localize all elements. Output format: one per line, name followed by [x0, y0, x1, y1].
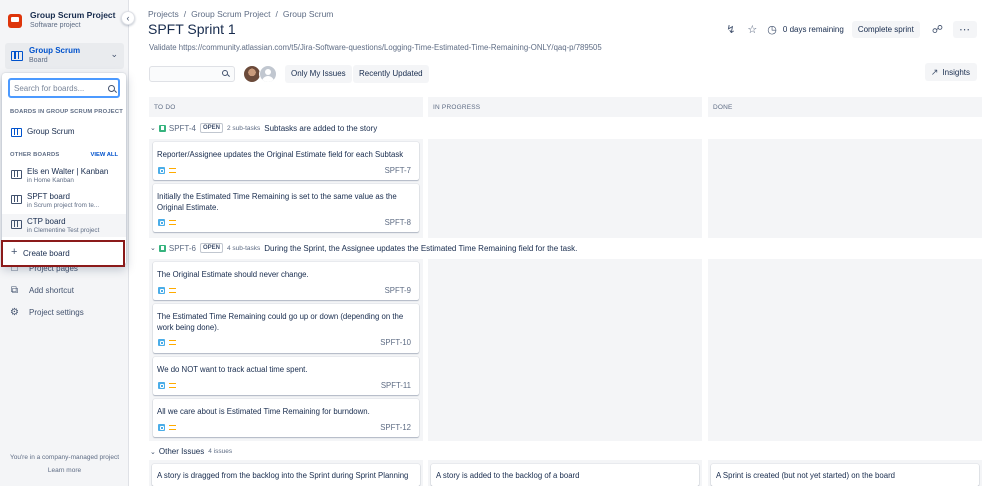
page-title: SPFT Sprint 1 — [148, 21, 236, 37]
lane-in-progress — [428, 259, 702, 441]
board-search-input[interactable] — [8, 78, 120, 98]
board-dropdown: BOARDS IN GROUP SCRUM PROJECT Group Scru… — [2, 73, 126, 265]
column-header-done: DONE — [708, 97, 982, 117]
status-badge: OPEN — [200, 123, 224, 133]
subtask-icon — [158, 424, 165, 431]
board-icon — [11, 51, 23, 61]
section-other-boards: OTHER BOARDS — [10, 152, 60, 158]
priority-medium-icon — [169, 425, 176, 430]
issue-card[interactable]: A story is dragged from the backlog into… — [152, 464, 420, 486]
project-logo-icon — [8, 14, 22, 28]
issue-card[interactable]: A story is added to the backlog of a boa… — [431, 464, 699, 486]
dropdown-board-els-en-walter[interactable]: Els en Walter | Kanban in Home Kanban — [2, 164, 126, 187]
column-header-in-progress: IN PROGRESS — [428, 97, 702, 117]
view-all-link[interactable]: VIEW ALL — [91, 152, 118, 158]
sidebar-link-project-settings[interactable]: ⚙ Project settings — [9, 307, 84, 318]
board-selector[interactable]: Group Scrum Board ⌄ — [5, 43, 124, 69]
add-shortcut-icon: ⧉ — [10, 285, 19, 296]
header-actions: ↯ ☆ ◷ 0 days remaining Complete sprint ☍… — [714, 21, 977, 38]
breadcrumb-project[interactable]: Group Scrum Project — [191, 9, 270, 19]
project-type: Software project — [30, 22, 81, 29]
insights-button[interactable]: ↗ Insights — [924, 63, 977, 81]
breadcrumb-board[interactable]: Group Scrum — [283, 9, 334, 19]
breadcrumb: Projects / Group Scrum Project / Group Scrum — [148, 9, 334, 19]
only-my-issues-filter[interactable]: Only My Issues — [285, 65, 352, 83]
project-name: Group Scrum Project — [30, 10, 116, 20]
chevron-down-icon: ⌄ — [150, 448, 156, 456]
lane-done — [708, 139, 982, 238]
subtask-icon — [158, 219, 165, 226]
collapse-sidebar-button[interactable]: ‹ — [121, 11, 135, 25]
plus-icon: + — [11, 246, 18, 258]
issue-card[interactable]: The Original Estimate should never chang… — [153, 262, 419, 300]
section-project-boards: BOARDS IN GROUP SCRUM PROJECT — [10, 109, 123, 115]
priority-medium-icon — [169, 220, 176, 225]
story-icon — [158, 244, 166, 252]
clock-icon: ◷ — [767, 24, 777, 36]
subtask-icon — [158, 382, 165, 389]
complete-sprint-button[interactable]: Complete sprint — [851, 21, 920, 38]
subtask-icon — [158, 339, 165, 346]
search-icon — [222, 70, 228, 76]
create-board-button[interactable]: + Create board — [1, 240, 125, 267]
more-actions-icon[interactable]: ⋯ — [953, 21, 977, 38]
star-icon[interactable]: ☆ — [747, 23, 757, 36]
breadcrumb-projects[interactable]: Projects — [148, 9, 179, 19]
avatar-unassigned[interactable] — [259, 65, 277, 83]
learn-more-link[interactable]: Learn more — [0, 467, 129, 474]
board-icon — [11, 170, 22, 179]
sprint-goal: Validate https://community.atlassian.com… — [149, 43, 602, 52]
gear-icon: ⚙ — [10, 307, 19, 318]
column-header-todo: TO DO — [149, 97, 423, 117]
chevron-left-icon: ‹ — [126, 13, 130, 23]
issue-card[interactable]: We do NOT want to track actual time spen… — [153, 357, 419, 395]
lane-in-progress — [428, 139, 702, 238]
swimlane-header[interactable]: ⌄ SPFT-6 OPEN 4 sub-tasks During the Spr… — [150, 243, 577, 253]
chevron-down-icon: ⌄ — [150, 245, 156, 252]
recently-updated-filter[interactable]: Recently Updated — [353, 65, 429, 83]
subtask-icon — [158, 287, 165, 294]
board-selector-subtitle: Board — [29, 57, 48, 64]
sidebar-link-add-shortcut[interactable]: ⧉ Add shortcut — [9, 285, 74, 296]
priority-medium-icon — [169, 340, 176, 345]
priority-medium-icon — [169, 383, 176, 388]
board-icon — [11, 220, 22, 229]
company-managed-note: You're in a company-managed project — [9, 454, 120, 461]
chevron-down-icon: ⌄ — [110, 49, 118, 59]
issue-card[interactable]: Reporter/Assignee updates the Original E… — [153, 142, 419, 180]
days-remaining: 0 days remaining — [782, 25, 844, 34]
dropdown-board-spft[interactable]: SPFT board in Scrum project from te... — [2, 189, 126, 212]
chart-icon: ↗ — [930, 67, 939, 77]
chevron-down-icon: ⌄ — [150, 125, 156, 132]
swimlane-header[interactable]: ⌄ SPFT-4 OPEN 2 sub-tasks Subtasks are a… — [150, 123, 377, 133]
subtask-icon — [158, 167, 165, 174]
share-icon[interactable]: ☍ — [932, 23, 943, 36]
priority-medium-icon — [169, 168, 176, 173]
issue-card[interactable]: All we care about is Estimated Time Rema… — [153, 399, 419, 437]
lane-done — [708, 259, 982, 441]
board-selector-title: Group Scrum — [29, 46, 81, 55]
dropdown-board-ctp[interactable]: CTP board in Clementine Test project — [2, 214, 126, 237]
dropdown-board-group-scrum[interactable]: Group Scrum — [2, 124, 126, 141]
project-header[interactable]: Group Scrum Project Software project — [8, 10, 116, 31]
status-badge: OPEN — [200, 243, 224, 253]
board-icon — [11, 128, 22, 137]
board-icon — [11, 195, 22, 204]
issue-card[interactable]: Initially the Estimated Time Remaining i… — [153, 184, 419, 232]
lightning-icon[interactable]: ↯ — [726, 23, 735, 36]
story-icon — [158, 124, 166, 132]
priority-medium-icon — [169, 288, 176, 293]
search-icon — [108, 85, 115, 92]
issue-card[interactable]: The Estimated Time Remaining could go up… — [153, 304, 419, 353]
other-issues-header[interactable]: ⌄ Other Issues 4 issues — [150, 447, 232, 456]
issue-card[interactable]: A Sprint is created (but not yet started… — [711, 464, 979, 486]
